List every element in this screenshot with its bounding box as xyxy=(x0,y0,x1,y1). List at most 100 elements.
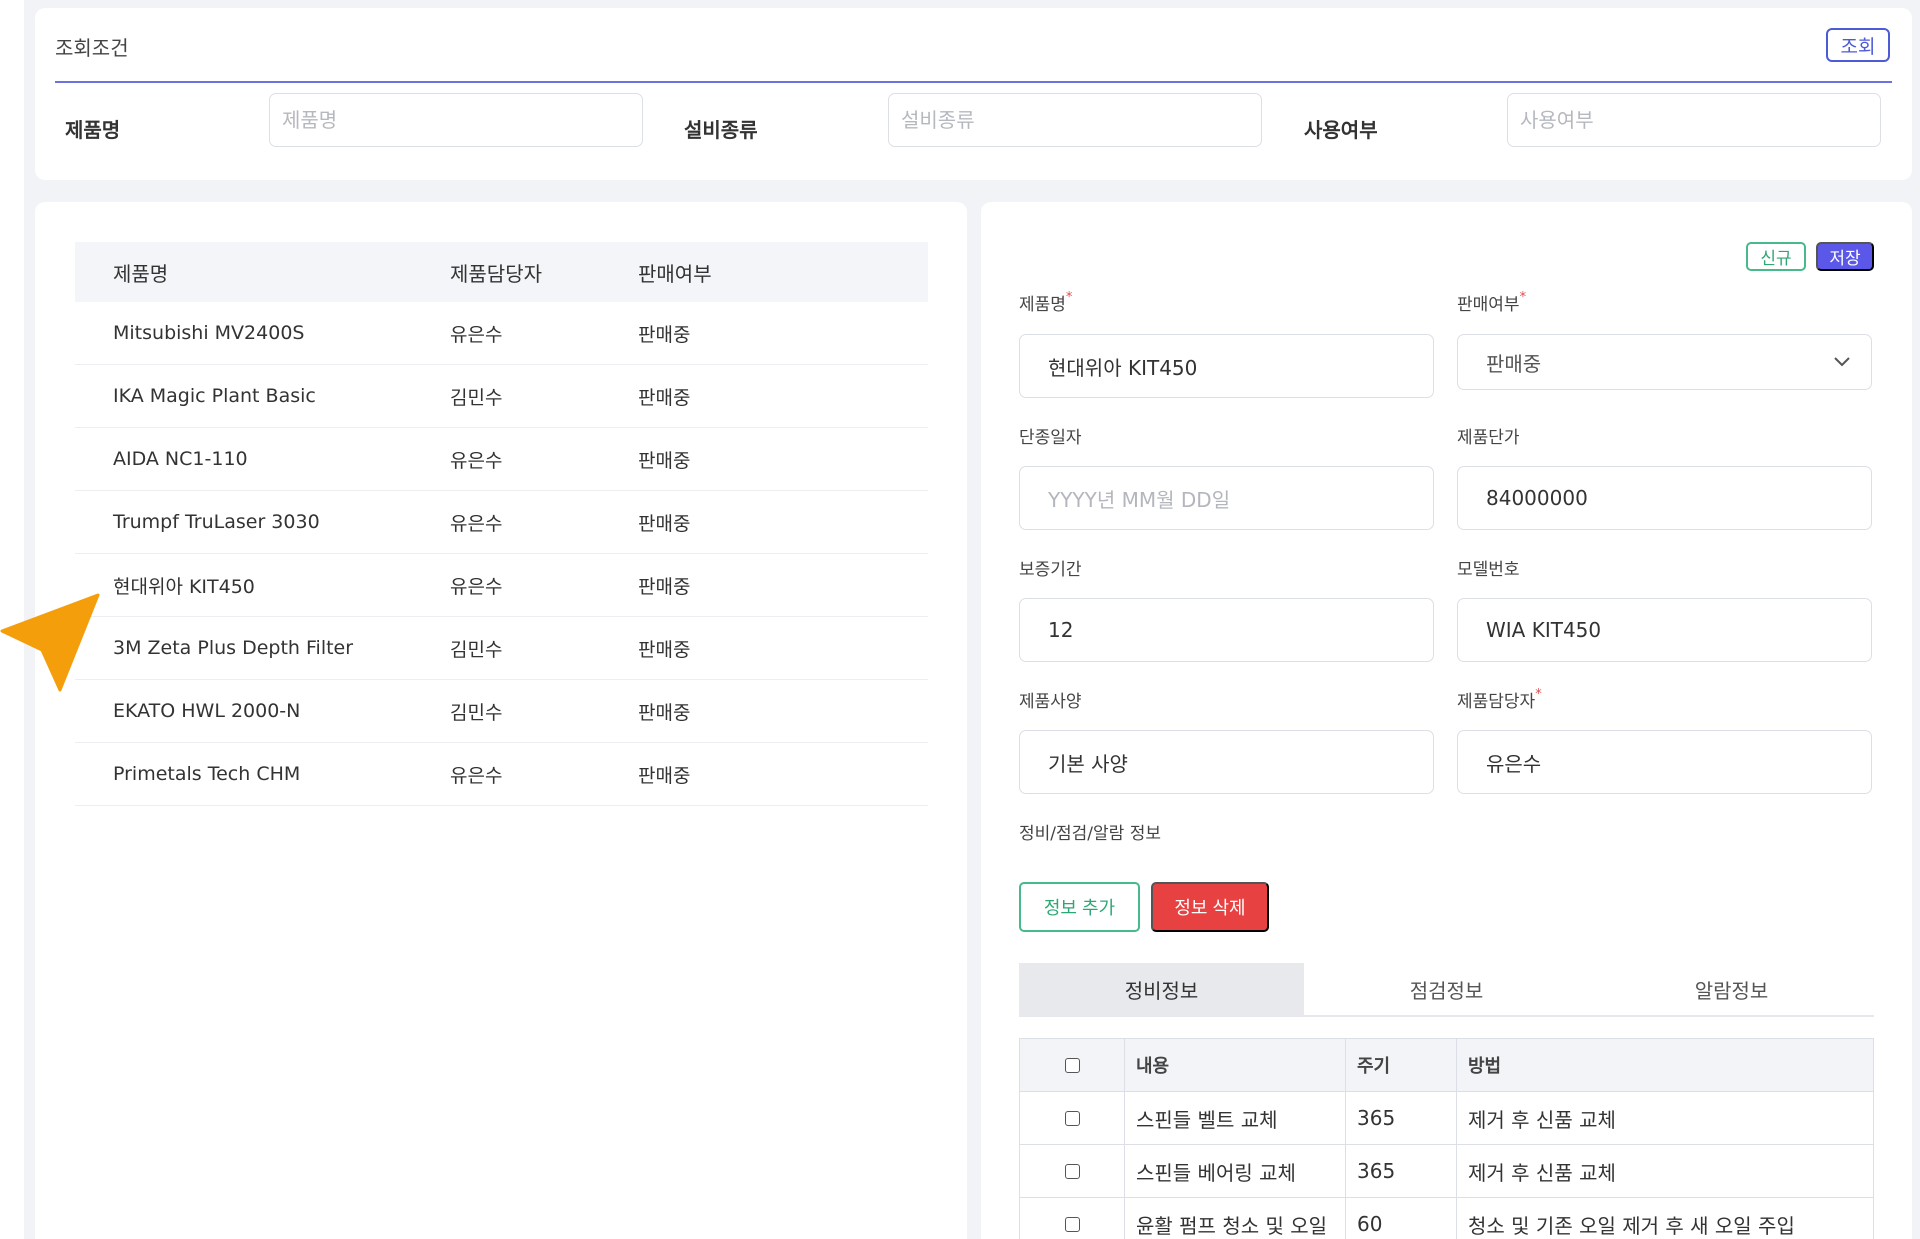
spec-label: 제품사양 xyxy=(1019,692,1082,712)
cell-manager: 유은수 xyxy=(450,512,503,535)
row-check-cell xyxy=(1020,1198,1125,1239)
product-table: 제품명 제품담당자 판매여부 Mitsubishi MV2400S 유은수 판매… xyxy=(75,242,928,806)
row-check-cell xyxy=(1020,1092,1125,1144)
save-button[interactable]: 저장 xyxy=(1816,242,1874,271)
cell-content: 스핀들 벨트 교체 xyxy=(1125,1092,1346,1144)
table-row[interactable]: 윤활 펌프 청소 및 오일 60 청소 및 기존 오일 제거 후 새 오일 주입 xyxy=(1020,1198,1873,1239)
chevron-down-icon xyxy=(1834,357,1850,367)
cell-product-name: Mitsubishi MV2400S xyxy=(113,322,305,344)
cell-sale-status: 판매중 xyxy=(638,764,691,787)
column-header-sale-status[interactable]: 판매여부 xyxy=(638,258,838,287)
cell-cycle: 365 xyxy=(1346,1092,1457,1144)
cell-manager: 김민수 xyxy=(450,386,503,409)
product-name-search-input[interactable] xyxy=(269,93,643,147)
cell-sale-status: 판매중 xyxy=(638,701,691,724)
warranty-field[interactable]: 12 xyxy=(1019,598,1434,662)
cell-sale-status: 판매중 xyxy=(638,323,691,346)
row-check-cell xyxy=(1020,1145,1125,1197)
manager-field[interactable]: 유은수 xyxy=(1457,730,1872,794)
model-no-field[interactable]: WIA KIT450 xyxy=(1457,598,1872,662)
spec-field[interactable]: 기본 사양 xyxy=(1019,730,1434,794)
cell-manager: 유은수 xyxy=(450,575,503,598)
table-row-selected[interactable]: 현대위아 KIT450 유은수 판매중 xyxy=(75,554,928,617)
cell-cycle: 60 xyxy=(1346,1198,1457,1239)
sale-status-field-label: 판매여부* xyxy=(1457,290,1527,315)
new-button[interactable]: 신규 xyxy=(1746,242,1806,271)
add-info-button[interactable]: 정보 추가 xyxy=(1019,882,1140,932)
model-no-label: 모델번호 xyxy=(1457,560,1520,580)
cell-sale-status: 판매중 xyxy=(638,512,691,535)
column-header-product-name[interactable]: 제품명 xyxy=(75,258,450,287)
table-row[interactable]: 스핀들 베어링 교체 365 제거 후 신품 교체 xyxy=(1020,1145,1873,1198)
cell-manager: 김민수 xyxy=(450,638,503,661)
column-header-method: 방법 xyxy=(1468,1056,1502,1077)
cell-product-name: IKA Magic Plant Basic xyxy=(113,385,316,407)
table-row[interactable]: Mitsubishi MV2400S 유은수 판매중 xyxy=(75,302,928,365)
search-title: 조회조건 xyxy=(55,36,129,60)
search-panel: 조회조건 조회 제품명 설비종류 사용여부 xyxy=(35,8,1912,180)
product-name-label: 제품명 xyxy=(65,118,121,142)
info-tabs: 정비정보 점검정보 알람정보 xyxy=(1019,963,1874,1017)
cell-manager: 유은수 xyxy=(450,449,503,472)
cell-product-name: Trumpf TruLaser 3030 xyxy=(113,511,320,533)
sale-status-value: 판매중 xyxy=(1486,351,1542,376)
table-row[interactable]: IKA Magic Plant Basic 김민수 판매중 xyxy=(75,365,928,428)
equipment-type-label: 설비종류 xyxy=(684,118,758,142)
unit-price-field[interactable]: 84000000 xyxy=(1457,466,1872,530)
search-button[interactable]: 조회 xyxy=(1826,28,1890,62)
discontinued-date-field[interactable]: YYYY년 MM월 DD일 xyxy=(1019,466,1434,530)
cell-manager: 유은수 xyxy=(450,323,503,346)
tab-alarm[interactable]: 알람정보 xyxy=(1589,963,1874,1015)
discontinued-date-label: 단종일자 xyxy=(1019,428,1082,448)
cell-content: 윤활 펌프 청소 및 오일 xyxy=(1125,1198,1346,1239)
cell-method: 제거 후 신품 교체 xyxy=(1468,1160,1616,1185)
table-row[interactable]: AIDA NC1-110 유은수 판매중 xyxy=(75,428,928,491)
cell-sale-status: 판매중 xyxy=(638,575,691,598)
product-name-field[interactable]: 현대위아 KIT450 xyxy=(1019,334,1434,398)
delete-info-button[interactable]: 정보 삭제 xyxy=(1151,882,1269,932)
row-checkbox[interactable] xyxy=(1064,1163,1080,1179)
row-checkbox[interactable] xyxy=(1064,1216,1080,1232)
column-header-content: 내용 xyxy=(1125,1039,1346,1091)
cell-product-name: 3M Zeta Plus Depth Filter xyxy=(113,637,354,659)
search-divider xyxy=(55,81,1892,83)
usage-search-input[interactable] xyxy=(1507,93,1881,147)
warranty-label: 보증기간 xyxy=(1019,560,1082,580)
cell-sale-status: 판매중 xyxy=(638,638,691,661)
maintenance-table: 내용 주기 방법 스핀들 벨트 교체 365 제거 후 신품 교체 스핀들 베어… xyxy=(1019,1038,1874,1239)
cell-sale-status: 판매중 xyxy=(638,386,691,409)
table-row[interactable]: 스핀들 벨트 교체 365 제거 후 신품 교체 xyxy=(1020,1092,1873,1145)
table-row[interactable]: EKATO HWL 2000-N 김민수 판매중 xyxy=(75,680,928,743)
cell-manager: 김민수 xyxy=(450,701,503,724)
table-row[interactable]: Trumpf TruLaser 3030 유은수 판매중 xyxy=(75,491,928,554)
mouse-pointer-icon xyxy=(0,593,100,692)
cell-product-name: EKATO HWL 2000-N xyxy=(113,700,301,722)
column-header-cycle: 주기 xyxy=(1346,1039,1457,1091)
unit-price-label: 제품단가 xyxy=(1457,428,1520,448)
product-table-header: 제품명 제품담당자 판매여부 xyxy=(75,242,928,302)
cell-sale-status: 판매중 xyxy=(638,449,691,472)
maintenance-table-header: 내용 주기 방법 xyxy=(1020,1039,1873,1092)
table-row[interactable]: Primetals Tech CHM 유은수 판매중 xyxy=(75,743,928,806)
table-row[interactable]: 3M Zeta Plus Depth Filter 김민수 판매중 xyxy=(75,617,928,680)
sale-status-select[interactable]: 판매중 xyxy=(1457,334,1872,390)
cell-product-name: AIDA NC1-110 xyxy=(113,448,248,470)
equipment-type-search-input[interactable] xyxy=(888,93,1262,147)
select-all-checkbox[interactable] xyxy=(1064,1057,1080,1073)
tab-maintenance[interactable]: 정비정보 xyxy=(1019,963,1304,1015)
usage-label: 사용여부 xyxy=(1304,118,1378,142)
cell-method: 청소 및 기존 오일 제거 후 새 오일 주입 xyxy=(1468,1213,1795,1238)
tab-inspection[interactable]: 점검정보 xyxy=(1304,963,1589,1015)
product-list-panel: 제품명 제품담당자 판매여부 Mitsubishi MV2400S 유은수 판매… xyxy=(35,202,967,1239)
cell-content: 스핀들 베어링 교체 xyxy=(1125,1145,1346,1197)
row-checkbox[interactable] xyxy=(1064,1110,1080,1126)
manager-field-label: 제품담당자* xyxy=(1457,687,1542,712)
cell-product-name: 현대위아 KIT450 xyxy=(113,575,255,598)
column-header-manager[interactable]: 제품담당자 xyxy=(450,258,638,287)
cell-product-name: Primetals Tech CHM xyxy=(113,763,301,785)
cell-manager: 유은수 xyxy=(450,764,503,787)
maintenance-section-title: 정비/점검/알람 정보 xyxy=(1019,824,1161,844)
product-name-field-label: 제품명* xyxy=(1019,290,1073,315)
product-detail-panel: 신규 저장 제품명* 현대위아 KIT450 판매여부* 판매중 단종일자 YY… xyxy=(981,202,1912,1239)
select-all-cell xyxy=(1020,1039,1125,1091)
